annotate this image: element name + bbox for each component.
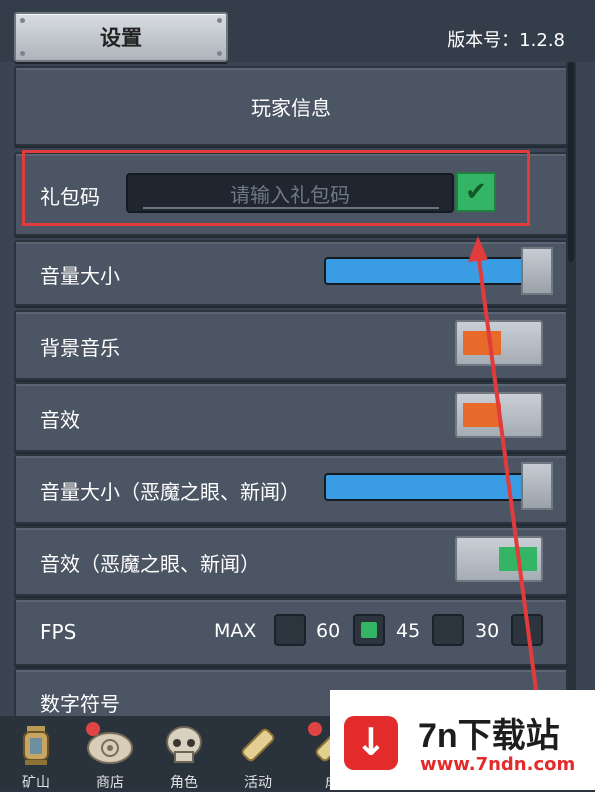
fps-option-max-label: MAX xyxy=(214,620,257,642)
settings-title: 设置 xyxy=(14,12,228,62)
volume-eye-label: 音量大小（恶魔之眼、新闻） xyxy=(40,480,300,504)
volume-eye-slider-handle[interactable] xyxy=(521,462,553,510)
fossil-shell-icon xyxy=(84,722,136,766)
rivet-icon xyxy=(20,18,25,23)
nav-label: 活动 xyxy=(244,775,272,791)
bgm-toggle[interactable] xyxy=(455,320,543,366)
scrollbar-thumb[interactable] xyxy=(568,62,574,262)
fps-option-45-label: 45 xyxy=(396,620,421,642)
nav-label: 矿山 xyxy=(22,775,50,791)
watermark-url: www.7ndn.com xyxy=(420,754,576,775)
settings-title-text: 设置 xyxy=(100,26,142,50)
fps-option-max-checkbox[interactable] xyxy=(274,614,306,646)
watermark-title: 7n下载站 xyxy=(418,717,560,755)
bgm-label: 背景音乐 xyxy=(40,336,120,360)
fps-option-30-label: 30 xyxy=(475,620,500,642)
rivet-icon xyxy=(217,51,222,56)
scroll-icon xyxy=(232,722,284,766)
player-info-button[interactable]: 玩家信息 xyxy=(14,66,568,146)
settings-header: 设置 版本号：1.2.8 xyxy=(0,0,595,62)
watermark: ↓ 7n下载站 www.7ndn.com xyxy=(330,690,595,790)
fps-option-30-checkbox[interactable] xyxy=(511,614,543,646)
player-info-label: 玩家信息 xyxy=(251,96,331,120)
nav-item-events[interactable]: 活动 xyxy=(222,716,294,791)
sfx-eye-toggle[interactable] xyxy=(455,536,543,582)
volume-eye-slider[interactable] xyxy=(324,473,532,501)
sfx-toggle-knob xyxy=(463,403,501,427)
download-arrow-icon: ↓ xyxy=(344,716,398,770)
nav-item-character[interactable]: 角色 xyxy=(148,716,220,791)
sfx-eye-label: 音效（恶魔之眼、新闻） xyxy=(40,552,260,576)
sfx-label: 音效 xyxy=(40,408,80,432)
highlight-box xyxy=(22,150,530,226)
digit-symbol-label: 数字符号 xyxy=(40,692,120,716)
volume-slider[interactable] xyxy=(324,257,532,285)
lantern-icon xyxy=(10,722,62,766)
fps-option-45-checkbox[interactable] xyxy=(432,614,464,646)
nav-item-shop[interactable]: 商店 xyxy=(74,716,146,791)
sfx-eye-toggle-knob xyxy=(499,547,537,571)
volume-slider-handle[interactable] xyxy=(521,247,553,295)
nav-item-mine[interactable]: 矿山 xyxy=(0,716,72,791)
sfx-toggle[interactable] xyxy=(455,392,543,438)
volume-slider-fill xyxy=(326,259,530,283)
fps-option-60-checkbox[interactable] xyxy=(353,614,385,646)
nav-label: 商店 xyxy=(96,775,124,791)
fps-option-60-label: 60 xyxy=(316,620,341,642)
fps-label: FPS xyxy=(40,620,77,644)
volume-label: 音量大小 xyxy=(40,264,120,288)
skull-icon xyxy=(158,722,210,766)
rivet-icon xyxy=(217,18,222,23)
nav-label: 角色 xyxy=(170,775,198,791)
version-label: 版本号：1.2.8 xyxy=(447,30,565,51)
bgm-toggle-knob xyxy=(463,331,501,355)
rivet-icon xyxy=(20,51,25,56)
volume-eye-slider-fill xyxy=(326,475,530,499)
